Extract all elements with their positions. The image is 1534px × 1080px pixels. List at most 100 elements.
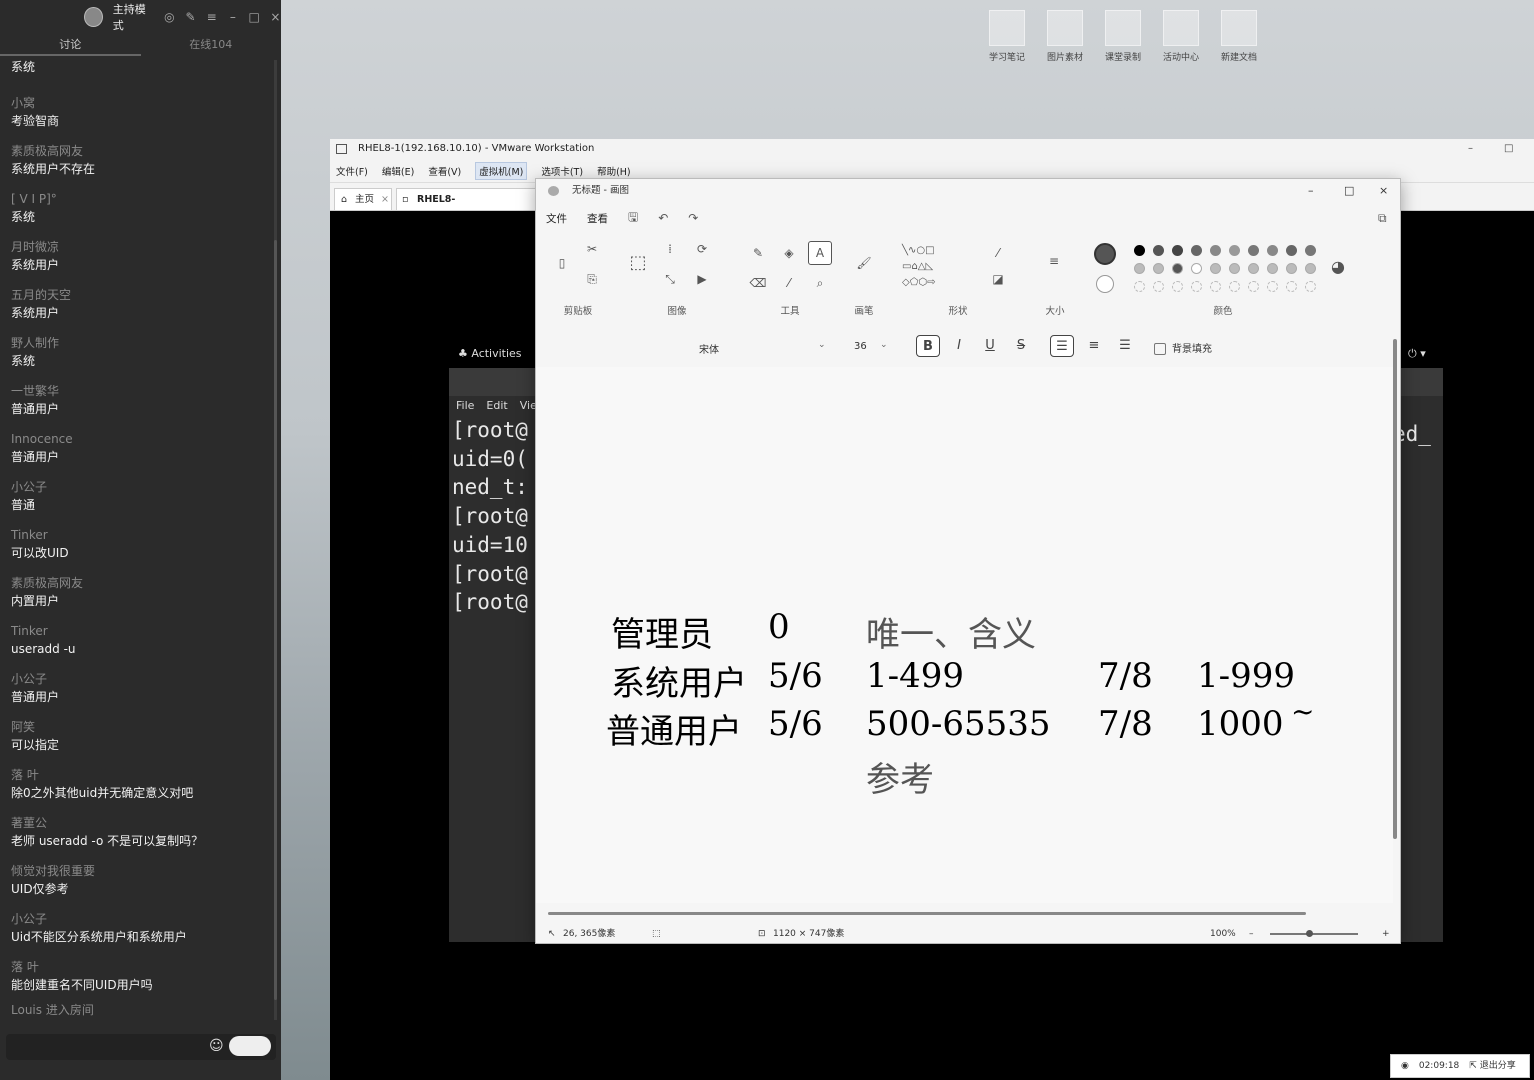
save-icon[interactable]: 🖫 xyxy=(628,208,638,229)
menu-view[interactable]: 查看 xyxy=(587,211,608,226)
palette-swatch[interactable] xyxy=(1248,281,1259,292)
palette-swatch[interactable] xyxy=(1267,245,1278,256)
menu-icon[interactable]: ≡ xyxy=(206,10,217,24)
desktop-icon[interactable]: 活动中心 xyxy=(1155,10,1207,70)
palette-swatch[interactable] xyxy=(1248,245,1259,256)
palette-swatch[interactable] xyxy=(1134,245,1145,256)
desktop-icon[interactable]: 课堂录制 xyxy=(1097,10,1149,70)
desktop-icon[interactable]: 新建文档 xyxy=(1213,10,1265,70)
close-icon[interactable]: × xyxy=(1379,179,1388,203)
color-picker-icon[interactable]: ⁄ xyxy=(779,273,799,293)
outline-icon[interactable]: ⁄ xyxy=(988,243,1008,263)
paste-icon[interactable]: ▯ xyxy=(552,253,572,273)
maximize-icon[interactable]: □ xyxy=(1504,139,1513,159)
redo-icon[interactable]: ↷ xyxy=(688,211,698,225)
tab-discussion[interactable]: 讨论 xyxy=(0,34,141,56)
font-size-select[interactable]: 36 xyxy=(854,341,867,352)
align-center-button[interactable]: ≡ xyxy=(1082,335,1106,357)
terminal-menu-edit[interactable]: Edit xyxy=(486,396,507,416)
undo-icon[interactable]: ↶ xyxy=(658,211,668,225)
vertical-scrollbar[interactable] xyxy=(1393,339,1397,839)
maximize-icon[interactable]: □ xyxy=(1344,179,1354,203)
color-1[interactable] xyxy=(1094,243,1116,265)
palette-swatch[interactable] xyxy=(1286,281,1297,292)
minimize-icon[interactable]: – xyxy=(1308,179,1314,203)
diamond-shape-icon[interactable]: ◇⬠⬡⇨ xyxy=(902,273,936,293)
minimize-icon[interactable]: – xyxy=(1468,139,1473,159)
brush-icon[interactable]: 🖌 xyxy=(854,253,874,273)
palette-swatch[interactable] xyxy=(1229,263,1240,274)
zoom-out-icon[interactable]: – xyxy=(1249,923,1254,945)
palette-swatch[interactable] xyxy=(1134,263,1145,274)
palette-swatch[interactable] xyxy=(1267,281,1278,292)
bold-button[interactable]: B xyxy=(916,335,940,357)
text-tool-icon[interactable]: A xyxy=(808,241,832,265)
palette-swatch[interactable] xyxy=(1267,263,1278,274)
chat-scrollbar[interactable] xyxy=(274,60,277,1020)
activities-button[interactable]: ♣ Activities xyxy=(458,347,522,360)
palette-swatch[interactable] xyxy=(1172,245,1183,256)
menu-edit[interactable]: 编辑(E) xyxy=(382,164,414,178)
close-icon[interactable]: × xyxy=(270,10,281,24)
palette-swatch[interactable] xyxy=(1153,245,1164,256)
copy-icon[interactable]: ⎘ xyxy=(582,269,602,289)
background-fill-toggle[interactable]: 背景填充 xyxy=(1154,340,1212,355)
chevron-down-icon[interactable]: ⌄ xyxy=(818,340,826,350)
avatar[interactable] xyxy=(84,7,103,27)
palette-swatch[interactable] xyxy=(1210,281,1221,292)
palette-swatch[interactable] xyxy=(1305,263,1316,274)
rotate-icon[interactable]: ⟳ xyxy=(692,239,712,259)
zoom-in-icon[interactable]: + xyxy=(1382,923,1390,945)
palette-swatch[interactable] xyxy=(1153,263,1164,274)
font-name-select[interactable]: 宋体 xyxy=(699,341,719,356)
menu-file[interactable]: 文件(F) xyxy=(336,164,368,178)
palette-swatch[interactable] xyxy=(1191,263,1202,274)
italic-button[interactable]: I xyxy=(947,335,971,357)
layers-icon[interactable]: ⧉ xyxy=(1378,211,1387,226)
close-icon[interactable]: × xyxy=(381,189,389,211)
send-button[interactable] xyxy=(229,1036,271,1056)
palette-swatch[interactable] xyxy=(1210,245,1221,256)
desktop-icon[interactable]: 图片素材 xyxy=(1039,10,1091,70)
menu-view[interactable]: 查看(V) xyxy=(428,164,461,178)
chevron-down-icon[interactable]: ⌄ xyxy=(880,340,888,350)
exit-share-button[interactable]: ⇱ 退出分享 xyxy=(1469,1055,1515,1077)
select-icon[interactable]: ⬚ xyxy=(628,253,648,273)
palette-swatch[interactable] xyxy=(1134,281,1145,292)
terminal-menu-file[interactable]: File xyxy=(456,396,474,416)
crop-icon[interactable]: ⁞ xyxy=(660,239,680,259)
palette-swatch[interactable] xyxy=(1305,281,1316,292)
palette-swatch[interactable] xyxy=(1191,281,1202,292)
strikethrough-button[interactable]: S xyxy=(1009,335,1033,357)
palette-swatch[interactable] xyxy=(1210,263,1221,274)
shape-fill-icon[interactable]: ◪ xyxy=(988,269,1008,289)
zoom-slider[interactable] xyxy=(1270,933,1358,935)
align-left-button[interactable]: ☰ xyxy=(1050,335,1074,357)
menu-vm[interactable]: 虚拟机(M) xyxy=(475,161,528,180)
checkbox[interactable] xyxy=(1154,343,1166,355)
palette-swatch[interactable] xyxy=(1286,263,1297,274)
menu-help[interactable]: 帮助(H) xyxy=(597,164,631,178)
palette-swatch[interactable] xyxy=(1305,245,1316,256)
tab-online[interactable]: 在线104 xyxy=(141,34,282,56)
eraser-icon[interactable]: ⌫ xyxy=(748,273,768,293)
palette-swatch[interactable] xyxy=(1172,281,1183,292)
palette-swatch[interactable] xyxy=(1229,245,1240,256)
chat-input[interactable]: ☺ xyxy=(6,1034,276,1060)
menu-tabs[interactable]: 选项卡(T) xyxy=(541,164,583,178)
edit-icon[interactable]: ✎ xyxy=(185,10,196,24)
pencil-icon[interactable]: ✎ xyxy=(748,243,768,263)
cut-icon[interactable]: ✂ xyxy=(582,239,602,259)
emoji-icon[interactable]: ☺ xyxy=(209,1038,224,1054)
fill-icon[interactable]: ◈ xyxy=(779,243,799,263)
tab-vm[interactable]: ▫ RHEL8-1(192.168.10.10) xyxy=(396,188,536,227)
palette-swatch[interactable] xyxy=(1153,281,1164,292)
scrollbar-thumb[interactable] xyxy=(274,240,277,1000)
power-menu[interactable]: ⏻ ▾ xyxy=(1408,347,1426,361)
palette-swatch[interactable] xyxy=(1172,263,1183,274)
underline-button[interactable]: U xyxy=(978,335,1002,357)
flip-icon[interactable]: ▶ xyxy=(692,269,712,289)
menu-file[interactable]: 文件 xyxy=(546,211,567,226)
tab-home[interactable]: ⌂ 主页 × xyxy=(334,188,392,210)
palette-swatch[interactable] xyxy=(1229,281,1240,292)
